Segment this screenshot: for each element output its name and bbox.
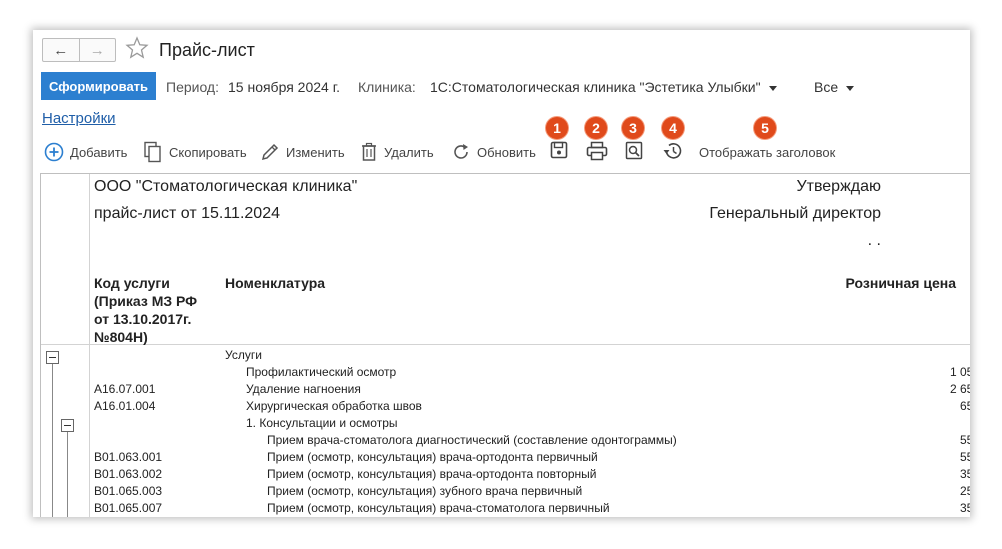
row-code: В01.063.002	[94, 467, 163, 481]
row-price: 350	[959, 501, 970, 515]
row-price: 2 650	[949, 382, 970, 396]
price-list-window: ← → Прайс-лист Сформировать Период: 15 н…	[33, 30, 970, 517]
col-header-code-1: Код услуги	[94, 275, 170, 291]
col-header-code-3: от 13.10.2017г.	[94, 311, 192, 327]
approve-text: Утверждаю	[796, 178, 881, 195]
row-price: 1 050	[949, 365, 970, 379]
director-text: Генеральный директор	[709, 205, 881, 222]
nav-buttons: ← →	[42, 38, 116, 62]
show-header-button[interactable]: Отображать заголовок	[699, 138, 835, 166]
row-name: Прием (осмотр, консультация) зубного вра…	[267, 484, 583, 498]
row-price: 550	[959, 450, 970, 464]
row-code: А16.01.004	[94, 399, 156, 413]
row-name: Удаление нагноения	[246, 382, 361, 396]
col-header-code-4: №804Н)	[94, 329, 148, 345]
print-preview-icon[interactable]	[625, 141, 643, 160]
copy-button[interactable]: Скопировать	[143, 138, 247, 166]
forward-button[interactable]: →	[78, 39, 116, 61]
delete-label: Удалить	[384, 144, 434, 160]
edit-button[interactable]: Изменить	[260, 138, 345, 166]
col-header-price: Розничная цена	[845, 275, 956, 291]
row-name: Прием (осмотр, консультация) врача-ортод…	[267, 450, 598, 464]
period-label: Период:	[166, 79, 219, 95]
row-name: Прием врача-стоматолога диагностический …	[267, 433, 677, 447]
row-name: Профилактический осмотр	[246, 365, 397, 379]
chevron-down-icon[interactable]	[768, 85, 777, 91]
header-divider	[41, 344, 970, 345]
clinic-label: Клиника:	[358, 79, 416, 95]
collapse-group-icon[interactable]	[61, 419, 74, 432]
callout-badge-4: 4	[662, 117, 684, 139]
add-circle-icon	[44, 142, 64, 162]
callout-badge-3: 3	[622, 117, 644, 139]
period-value[interactable]: 15 ноября 2024 г.	[228, 79, 340, 95]
grouping-gutter	[41, 174, 90, 517]
filter-select[interactable]: Все	[814, 79, 855, 95]
row-code: А16.07.001	[94, 382, 156, 396]
history-icon[interactable]	[662, 141, 684, 161]
refresh-button[interactable]: Обновить	[451, 138, 536, 166]
row-name: 1. Консультации и осмотры	[246, 416, 398, 430]
favorite-star-icon[interactable]	[125, 36, 149, 60]
report-document[interactable]: ООО "Стоматологическая клиника" прайс-ли…	[40, 173, 970, 517]
clinic-select[interactable]: 1С:Стоматологическая клиника "Эстетика У…	[430, 79, 777, 95]
print-icon[interactable]	[586, 141, 608, 161]
row-name: Услуги	[225, 348, 262, 362]
row-price: 250	[959, 484, 970, 498]
show-header-label: Отображать заголовок	[699, 144, 836, 160]
settings-link[interactable]: Настройки	[42, 110, 116, 127]
save-icon[interactable]	[550, 141, 568, 159]
row-price: 350	[959, 467, 970, 481]
col-header-name: Номенклатура	[225, 275, 326, 291]
delete-button[interactable]: Удалить	[360, 138, 434, 166]
tree-line	[67, 432, 68, 517]
collapse-group-icon[interactable]	[46, 351, 59, 364]
edit-label: Изменить	[286, 144, 345, 160]
signature-line: . .	[867, 232, 881, 249]
refresh-label: Обновить	[477, 144, 536, 160]
row-price: 650	[959, 399, 970, 413]
callout-badge-2: 2	[585, 117, 607, 139]
row-name: Хирургическая обработка швов	[246, 399, 422, 413]
row-name: Прием (осмотр, консультация) врача-ортод…	[267, 467, 597, 481]
callout-badge-1: 1	[546, 117, 568, 139]
row-name: Прием (осмотр, консультация) врача-стома…	[267, 501, 610, 515]
clinic-value: 1С:Стоматологическая клиника "Эстетика У…	[430, 79, 761, 95]
doc-title: прайс-лист от 15.11.2024	[94, 205, 280, 222]
tree-line	[52, 364, 53, 517]
filter-value: Все	[814, 79, 839, 95]
trash-icon	[362, 142, 376, 161]
copy-label: Скопировать	[169, 144, 247, 160]
row-code: В01.063.001	[94, 450, 163, 464]
generate-button[interactable]: Сформировать	[41, 72, 157, 100]
add-button[interactable]: Добавить	[44, 138, 127, 166]
callout-badge-5: 5	[754, 117, 776, 139]
row-code: В01.065.007	[94, 501, 163, 515]
col-header-code-2: (Приказ МЗ РФ	[94, 293, 198, 309]
refresh-icon	[454, 144, 468, 159]
row-price: 550	[959, 433, 970, 447]
page-title: Прайс-лист	[159, 40, 255, 60]
back-button[interactable]: ←	[43, 39, 79, 61]
org-name: ООО "Стоматологическая клиника"	[94, 178, 358, 195]
row-code: В01.065.003	[94, 484, 163, 498]
chevron-down-icon[interactable]	[846, 85, 855, 91]
add-label: Добавить	[70, 144, 128, 160]
pencil-icon	[261, 143, 279, 161]
copy-icon	[144, 141, 161, 163]
